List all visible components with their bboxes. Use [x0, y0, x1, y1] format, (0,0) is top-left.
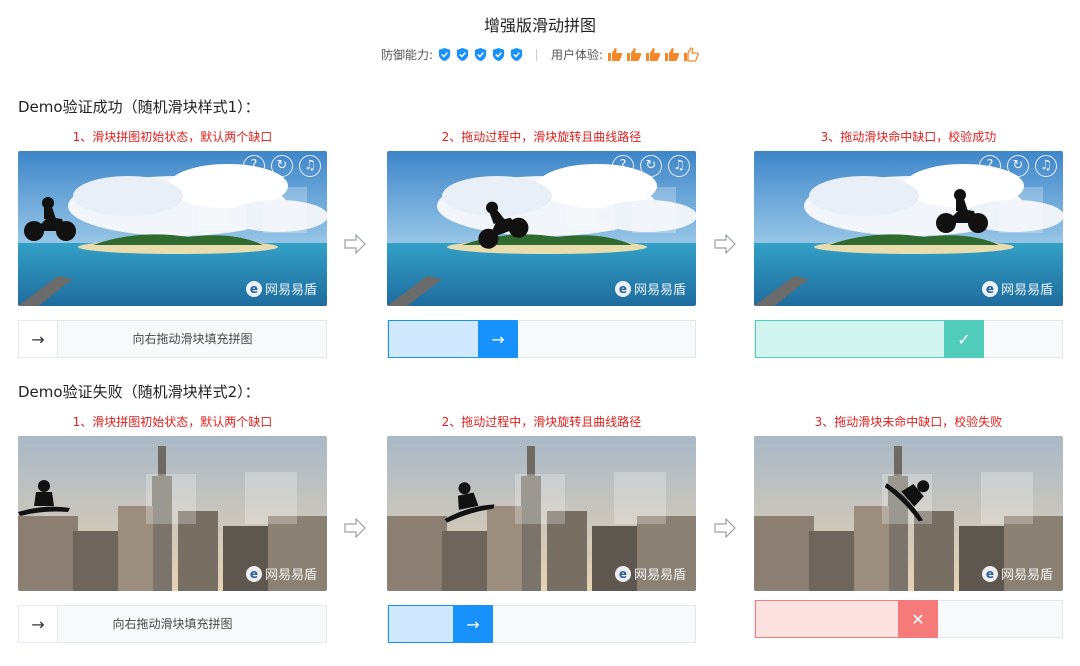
thumbs-up-icon — [627, 48, 642, 61]
shield-icon — [492, 47, 505, 62]
audio-icon[interactable]: ♫ — [668, 155, 690, 177]
slider-track[interactable]: ✓ — [754, 320, 1063, 358]
puzzle-gap — [567, 186, 615, 231]
watermark-logo-icon: e — [981, 280, 998, 297]
thumbs-up-icon — [646, 48, 661, 61]
rating-divider — [536, 48, 537, 61]
puzzle-gap — [515, 474, 565, 524]
image-toolbar: ? ↻ ♫ — [979, 155, 1057, 177]
watermark-logo-icon: e — [614, 280, 631, 297]
shield-icon — [456, 47, 469, 62]
puzzle-gap — [146, 474, 196, 524]
refresh-icon[interactable]: ↻ — [271, 155, 293, 177]
slider-fill — [388, 605, 456, 643]
watermark-logo-icon: e — [245, 280, 262, 297]
slider-track[interactable]: → 向右拖动滑块填充拼图 — [18, 320, 327, 358]
puzzle-gap — [999, 187, 1043, 233]
puzzle-gap — [614, 472, 666, 524]
watermark: e 网易易盾 — [245, 564, 317, 583]
watermark: e 网易易盾 — [245, 279, 317, 298]
watermark-text: 网易易盾 — [264, 283, 317, 298]
image-toolbar: ? ↻ ♫ — [612, 155, 690, 177]
puzzle-gap — [981, 472, 1033, 524]
next-step-arrow-icon — [714, 234, 736, 254]
puzzle-gap — [263, 187, 307, 233]
step-label: 3、拖动滑块命中缺口，校验成功 — [820, 130, 997, 144]
defense-label: 防御能力: — [380, 48, 433, 62]
slider-hint: 向右拖动滑块填充拼图 — [112, 617, 233, 631]
puzzle-gap — [198, 186, 246, 231]
rating-bar: 防御能力: 用户体验: — [0, 46, 1080, 63]
puzzle-gap — [632, 187, 676, 233]
slider-track[interactable]: → 向右拖动滑块填充拼图 — [18, 605, 327, 643]
step-label: 2、拖动过程中，滑块旋转且曲线路径 — [441, 130, 642, 144]
captcha-image-city: e 网易易盾 — [18, 436, 327, 591]
puzzle-piece-motorbike — [936, 189, 988, 233]
section-title-success: Demo验证成功（随机滑块样式1）： — [18, 98, 260, 116]
step-label: 1、滑块拼图初始状态，默认两个缺口 — [72, 415, 273, 429]
step-label: 3、拖动滑块未命中缺口，校验失败 — [814, 415, 1003, 429]
shield-icon — [474, 47, 487, 62]
shield-icon — [510, 47, 523, 62]
section-title-fail: Demo验证失败（随机滑块样式2）： — [18, 383, 260, 401]
puzzle-gap — [245, 472, 297, 524]
image-toolbar: ? ↻ ♫ — [243, 155, 321, 177]
shield-icon — [438, 47, 451, 62]
page-title: 增强版滑动拼图 — [483, 16, 596, 35]
audio-icon[interactable]: ♫ — [299, 155, 321, 177]
slider-fill — [388, 320, 480, 358]
ux-label: 用户体验: — [551, 48, 604, 62]
step-label: 1、滑块拼图初始状态，默认两个缺口 — [72, 130, 273, 144]
watermark: e 网易易盾 — [981, 279, 1053, 298]
captcha-image-city: e 网易易盾 — [387, 436, 696, 591]
next-step-arrow-icon — [344, 234, 366, 254]
slider-knob[interactable]: → — [478, 320, 518, 358]
captcha-image-beach: ? ↻ ♫ e 网易易盾 — [754, 151, 1063, 306]
help-icon[interactable]: ? — [979, 155, 1001, 177]
thumbs-up-half-icon — [684, 47, 699, 62]
slider-knob-fail[interactable]: ✕ — [898, 600, 938, 638]
watermark-text: 网易易盾 — [1000, 568, 1053, 583]
step-label: 2、拖动过程中，滑块旋转且曲线路径 — [441, 415, 642, 429]
thumbs-up-icon — [608, 48, 623, 61]
watermark-text: 网易易盾 — [633, 568, 686, 583]
audio-icon[interactable]: ♫ — [1035, 155, 1057, 177]
refresh-icon[interactable]: ↻ — [640, 155, 662, 177]
watermark: e 网易易盾 — [614, 564, 686, 583]
slider-track[interactable]: ✕ — [754, 600, 1063, 638]
ux-rating — [607, 47, 699, 62]
watermark-logo-icon: e — [981, 565, 998, 582]
slider-knob[interactable]: → — [18, 320, 58, 358]
captcha-image-city: e 网易易盾 — [754, 436, 1063, 591]
defense-rating — [437, 47, 524, 62]
next-step-arrow-icon — [344, 518, 366, 538]
slider-hint: 向右拖动滑块填充拼图 — [132, 332, 253, 346]
refresh-icon[interactable]: ↻ — [1007, 155, 1029, 177]
puzzle-piece-snowboard — [18, 480, 70, 516]
watermark: e 网易易盾 — [614, 279, 686, 298]
watermark-logo-icon: e — [614, 565, 631, 582]
watermark: e 网易易盾 — [981, 564, 1053, 583]
watermark-logo-icon: e — [245, 565, 262, 582]
slider-knob[interactable]: → — [18, 605, 58, 643]
slider-track[interactable]: → — [387, 320, 696, 358]
help-icon[interactable]: ? — [612, 155, 634, 177]
thumbs-up-icon — [665, 48, 680, 61]
slider-track[interactable]: → — [387, 605, 696, 643]
captcha-image-beach: ? ↻ ♫ e 网易易盾 — [18, 151, 327, 306]
watermark-text: 网易易盾 — [1000, 283, 1053, 298]
slider-knob-success[interactable]: ✓ — [944, 320, 984, 358]
help-icon[interactable]: ? — [243, 155, 265, 177]
puzzle-piece-motorbike — [24, 197, 76, 241]
watermark-text: 网易易盾 — [264, 568, 317, 583]
slider-knob[interactable]: → — [453, 605, 493, 643]
next-step-arrow-icon — [714, 518, 736, 538]
watermark-text: 网易易盾 — [633, 283, 686, 298]
captcha-image-beach: ? ↻ ♫ e 网易易盾 — [387, 151, 696, 306]
